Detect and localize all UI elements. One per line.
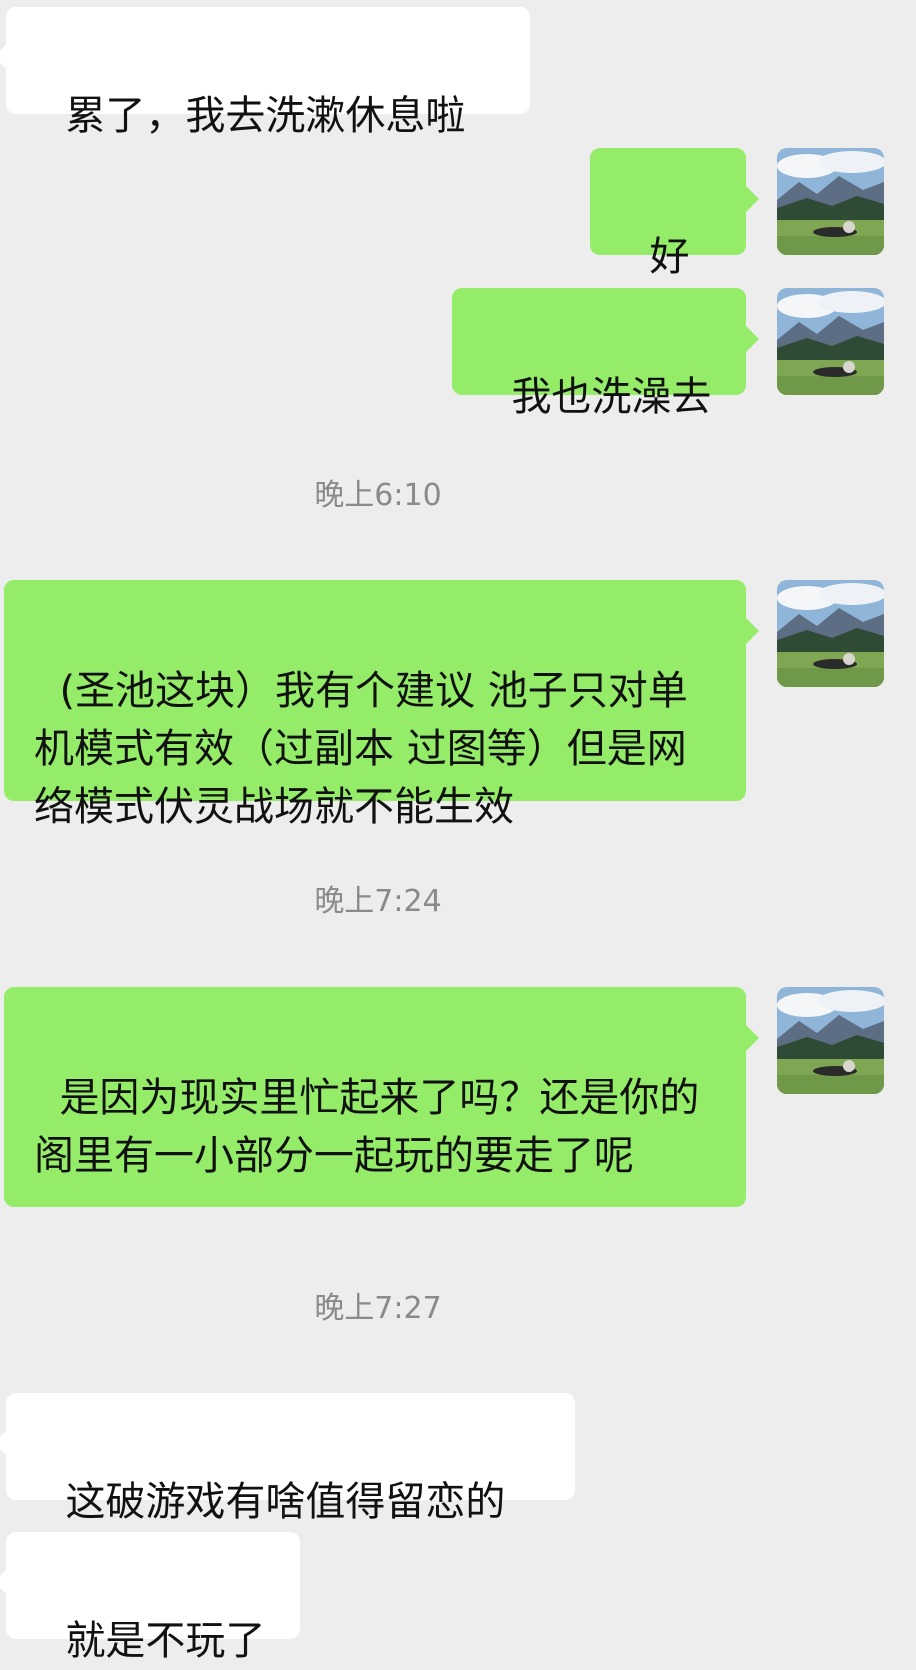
message-text: 我也洗澡去 <box>511 374 712 420</box>
message-text: 是因为现实里忙起来了吗？还是你的阁里有一小部分一起玩的要走了呢 <box>34 1075 700 1179</box>
timestamp: 晚上6:10 <box>314 478 442 513</box>
landscape-avatar-icon <box>777 987 884 1094</box>
avatar[interactable] <box>777 148 884 255</box>
message-text: 就是不玩了 <box>65 1618 266 1664</box>
message-bubble-outgoing[interactable]: (圣池这块）我有个建议 池子只对单机模式有效（过副本 过图等）但是网络模式伏灵战… <box>4 580 759 830</box>
message-bubble-outgoing[interactable]: 是因为现实里忙起来了吗？还是你的阁里有一小部分一起玩的要走了呢 <box>4 987 759 1207</box>
landscape-avatar-icon <box>777 580 884 687</box>
avatar[interactable] <box>777 580 884 687</box>
message-bubble-incoming[interactable]: 这破游戏有啥值得留恋的 <box>0 1393 575 1525</box>
timestamp: 晚上7:27 <box>314 1291 442 1326</box>
message-bubble-incoming[interactable]: 累了，我去洗漱休息啦 <box>0 7 530 139</box>
message-bubble-outgoing[interactable]: 我也洗澡去 <box>452 288 759 420</box>
message-text: 累了，我去洗漱休息啦 <box>65 93 466 139</box>
avatar[interactable] <box>777 288 884 395</box>
landscape-avatar-icon <box>777 288 884 395</box>
timestamp: 晚上7:24 <box>314 884 442 919</box>
message-text: 这破游戏有啥值得留恋的 <box>65 1479 506 1525</box>
message-text: (圣池这块）我有个建议 池子只对单机模式有效（过副本 过图等）但是网络模式伏灵战… <box>34 668 688 830</box>
message-bubble-outgoing[interactable]: 好的 <box>590 148 759 338</box>
message-bubble-incoming[interactable]: 就是不玩了 <box>0 1532 300 1664</box>
avatar[interactable] <box>777 987 884 1094</box>
landscape-avatar-icon <box>777 148 884 255</box>
